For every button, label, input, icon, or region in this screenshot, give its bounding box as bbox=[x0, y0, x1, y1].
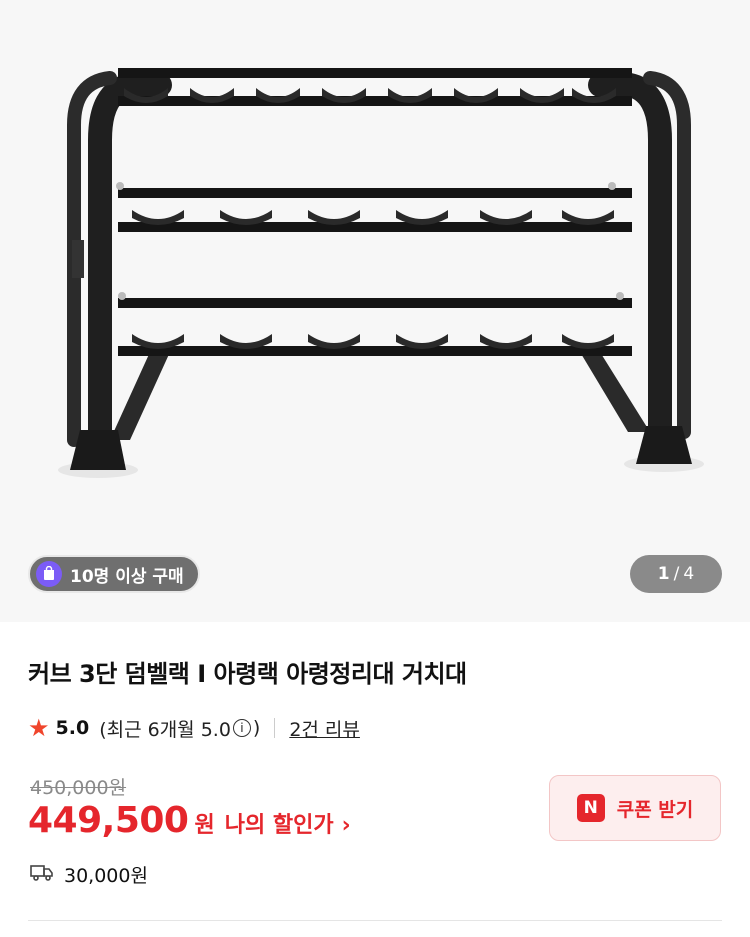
pager-current: 1 bbox=[657, 564, 670, 584]
coupon-button[interactable]: N 쿠폰 받기 bbox=[549, 775, 721, 841]
truck-icon bbox=[30, 863, 54, 886]
chevron-right-icon: › bbox=[341, 813, 351, 838]
rating-row: ★ 5.0 (최근 6개월 5.0 i ) 2건 리뷰 bbox=[28, 712, 360, 744]
recent-rating-text: (최근 6개월 5.0 bbox=[99, 718, 231, 741]
product-image-gallery[interactable]: 10명 이상 구매 1 / 4 bbox=[0, 0, 750, 622]
group-purchase-badge: 10명 이상 구매 bbox=[28, 555, 200, 593]
pager-separator: / bbox=[673, 564, 680, 584]
pager-total: 4 bbox=[683, 564, 695, 584]
coupon-label: 쿠폰 받기 bbox=[616, 798, 694, 821]
naver-n-icon: N bbox=[576, 794, 605, 822]
recent-rating-close: ) bbox=[252, 717, 261, 739]
shipping-row: 30,000원 bbox=[30, 861, 148, 888]
my-discount-link[interactable]: 나의 할인가 bbox=[225, 807, 334, 839]
sale-price: 449,500 bbox=[28, 800, 189, 841]
section-divider bbox=[28, 920, 722, 921]
currency-label: 원 bbox=[194, 813, 215, 838]
star-icon: ★ bbox=[28, 714, 50, 742]
group-purchase-text: 10명 이상 구매 bbox=[70, 566, 184, 587]
image-pager: 1 / 4 bbox=[630, 555, 722, 593]
sale-price-row[interactable]: 449,500 원 나의 할인가 › bbox=[28, 800, 351, 841]
divider bbox=[274, 718, 276, 738]
review-count-link[interactable]: 2건 리뷰 bbox=[289, 715, 360, 742]
dumbbell-rack-image bbox=[58, 68, 704, 478]
purple-tag-icon bbox=[36, 561, 62, 587]
original-price: 450,000원 bbox=[30, 777, 127, 799]
recent-rating: (최근 6개월 5.0 i ) bbox=[99, 715, 260, 742]
rating-score: 5.0 bbox=[55, 717, 90, 739]
shipping-fee: 30,000원 bbox=[64, 865, 148, 887]
info-icon[interactable]: i bbox=[232, 719, 251, 737]
product-title: 커브 3단 덤벨랙 I 아령랙 아령정리대 거치대 bbox=[28, 660, 467, 688]
